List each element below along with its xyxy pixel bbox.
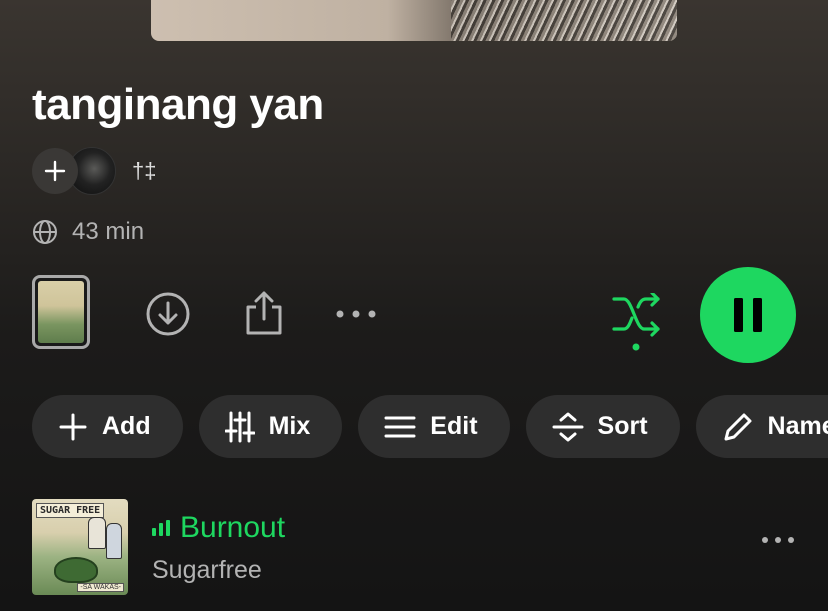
track-title: Burnout: [180, 511, 286, 544]
sort-icon: [552, 412, 584, 441]
track-row[interactable]: SUGAR FREE -SA WAKAS- Burnout Sugarfree: [32, 499, 796, 595]
now-playing-equalizer-icon: [152, 520, 170, 536]
name-label: Name: [767, 412, 828, 440]
sliders-icon: [224, 411, 255, 442]
add-collaborator-button[interactable]: [32, 148, 78, 194]
mini-cover-art: [38, 281, 84, 343]
track-cover-art: SUGAR FREE -SA WAKAS-: [32, 499, 128, 595]
name-button[interactable]: Name: [695, 395, 828, 458]
edit-button[interactable]: Edit: [358, 395, 510, 458]
pencil-icon: [724, 413, 752, 440]
list-icon: [384, 416, 416, 437]
playlist-thumbnail[interactable]: [32, 275, 90, 349]
playlist-cover-image: [151, 0, 677, 41]
sort-label: Sort: [597, 412, 648, 440]
track-artist: Sugarfree: [152, 556, 262, 584]
more-options-icon[interactable]: [335, 309, 377, 319]
playlist-duration: 43 min: [72, 218, 145, 245]
plus-icon: [44, 160, 66, 182]
playlist-owner-row: †‡: [32, 147, 156, 195]
pause-icon: [734, 298, 762, 332]
action-pills: Add Mix Edit Sort Name: [32, 395, 828, 458]
edit-label: Edit: [430, 412, 478, 440]
mix-button[interactable]: Mix: [198, 395, 343, 458]
cover-logo: SUGAR FREE: [36, 503, 105, 518]
download-icon[interactable]: [145, 291, 191, 337]
mix-label: Mix: [268, 412, 311, 440]
playlist-title: tanginang yan: [32, 80, 324, 129]
owner-name[interactable]: †‡: [132, 158, 156, 184]
track-more-options-icon[interactable]: [760, 535, 796, 545]
plus-icon: [59, 413, 87, 440]
sort-button[interactable]: Sort: [525, 395, 680, 458]
playlist-controls: [32, 267, 796, 363]
pause-button[interactable]: [700, 267, 796, 363]
add-label: Add: [102, 412, 151, 440]
playlist-meta: 43 min: [32, 218, 144, 246]
share-icon[interactable]: [243, 289, 285, 337]
globe-icon: [33, 220, 57, 244]
cover-tag: -SA WAKAS-: [77, 583, 124, 592]
track-title-row: Burnout: [152, 511, 285, 545]
add-button[interactable]: Add: [32, 395, 183, 458]
shuffle-icon[interactable]: [612, 293, 662, 353]
